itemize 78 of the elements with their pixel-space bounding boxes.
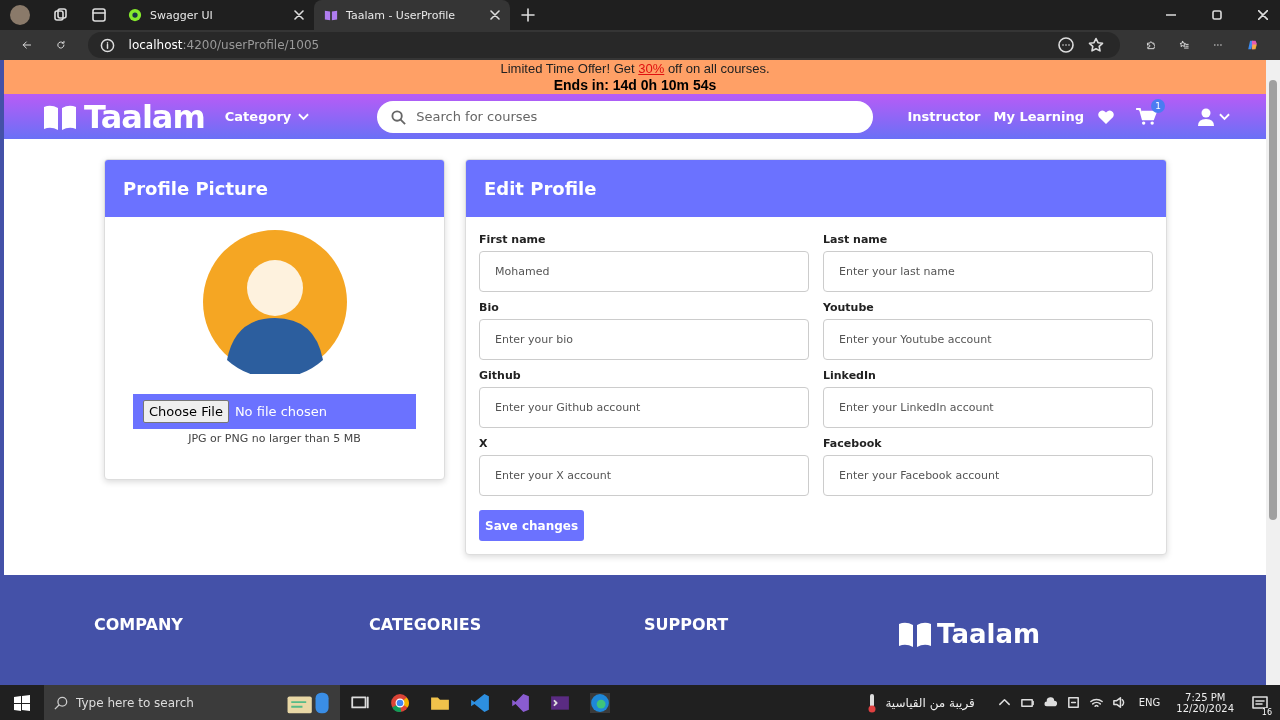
address-bar[interactable]: localhost:4200/userProfile/1005 — [87, 32, 1120, 58]
url-text: localhost:4200/userProfile/1005 — [128, 38, 320, 52]
close-icon[interactable] — [294, 10, 304, 20]
star-icon[interactable] — [1087, 37, 1104, 53]
field-label: Facebook — [823, 437, 883, 450]
tab-actions-icon[interactable] — [91, 7, 107, 23]
chevron-down-icon — [1219, 112, 1230, 121]
book-icon — [899, 621, 931, 647]
save-changes-button[interactable]: Save changes — [479, 510, 585, 541]
file-hint: JPG or PNG no larger than 5 MB — [188, 432, 361, 445]
weather-text: قريبة من القياسية — [885, 695, 975, 710]
search-icon — [391, 109, 407, 125]
footer-heading: COMPANY — [94, 615, 184, 634]
code-editor-icon[interactable] — [470, 692, 490, 713]
book-icon — [324, 8, 338, 22]
heart-icon[interactable] — [1097, 108, 1115, 125]
input-field[interactable]: Enter your Youtube account — [823, 319, 1153, 360]
field-label: Youtube — [823, 301, 875, 314]
clock-time: 7:25 PM — [1185, 691, 1226, 703]
browser-tab[interactable]: Swagger UI — [118, 0, 314, 30]
notification-count-badge: 16 — [1259, 707, 1274, 717]
field-label: Github — [479, 369, 522, 382]
choose-file-button[interactable]: Choose File — [143, 400, 229, 423]
book-icon — [44, 103, 76, 130]
file-status: No file chosen — [234, 404, 327, 419]
more-options-icon[interactable] — [1057, 37, 1074, 53]
maximize-icon[interactable] — [1212, 10, 1222, 20]
chevron-down-icon — [298, 112, 310, 121]
search-field[interactable]: Search for courses — [377, 100, 874, 133]
profile-avatar[interactable] — [10, 5, 30, 25]
thermometer-icon — [867, 692, 878, 713]
input-field[interactable]: Mohamed — [479, 251, 809, 292]
chrome-icon[interactable] — [390, 692, 410, 713]
clock[interactable]: 7:25 PM 12/20/2024 — [1176, 691, 1234, 714]
field-label: Bio — [479, 301, 500, 314]
cart-count-badge: 1 — [1151, 99, 1165, 113]
new-tab-icon[interactable] — [521, 8, 535, 22]
close-icon[interactable] — [1258, 10, 1268, 20]
scrollbar[interactable] — [1266, 60, 1280, 685]
scrollbar-thumb[interactable] — [1269, 80, 1277, 520]
input-field[interactable]: Enter your Github account — [479, 387, 809, 428]
footer-heading: SUPPORT — [644, 615, 730, 634]
category-dropdown[interactable]: Category — [224, 109, 310, 124]
field-label: LinkedIn — [823, 369, 877, 382]
workspaces-icon[interactable] — [53, 7, 69, 23]
field-label: First name — [479, 233, 547, 246]
user-icon — [1198, 107, 1214, 126]
input-field[interactable]: Enter your X account — [479, 455, 809, 496]
visual-studio-icon[interactable] — [510, 692, 530, 713]
browser-tab[interactable]: Taalam - UserProfile — [314, 0, 510, 30]
windows-start-icon[interactable] — [14, 694, 30, 711]
offer-text: Limited Time Offer! Get 30% off on all courses. — [500, 60, 770, 77]
language-indicator[interactable]: ENG — [1138, 697, 1161, 708]
input-field[interactable]: Enter your LinkedIn account — [823, 387, 1153, 428]
taskbar-search[interactable]: Type here to search — [44, 685, 340, 720]
input-field[interactable]: Enter your Facebook account — [823, 455, 1153, 496]
clock-date: 12/20/2024 — [1176, 702, 1234, 714]
input-field[interactable]: Enter your last name — [823, 251, 1153, 292]
cart-icon[interactable] — [1136, 108, 1157, 125]
close-icon[interactable] — [490, 10, 500, 20]
field-label: X — [479, 437, 489, 450]
speaker-icon[interactable] — [1111, 695, 1127, 710]
nav-link[interactable]: My Learning — [993, 109, 1084, 124]
card-header: Profile Picture — [105, 160, 444, 217]
info-icon — [99, 37, 115, 53]
logo-text[interactable]: Taalam — [937, 619, 1041, 649]
footer-heading: CATEGORIES — [369, 615, 483, 634]
card-header: Edit Profile — [466, 160, 1166, 217]
input-field[interactable]: Enter your bio — [479, 319, 809, 360]
countdown-text: Ends in: 14d 0h 10m 54s — [553, 77, 717, 94]
user-menu[interactable] — [1198, 107, 1230, 126]
logo-text[interactable]: Taalam — [84, 97, 205, 136]
swagger-icon — [128, 8, 142, 22]
file-input[interactable]: Choose File No file chosen — [133, 394, 416, 429]
field-label: Last name — [823, 233, 889, 246]
nav-link[interactable]: Instructor — [907, 109, 981, 124]
edge-icon[interactable] — [590, 692, 610, 713]
search-icon — [54, 696, 68, 710]
